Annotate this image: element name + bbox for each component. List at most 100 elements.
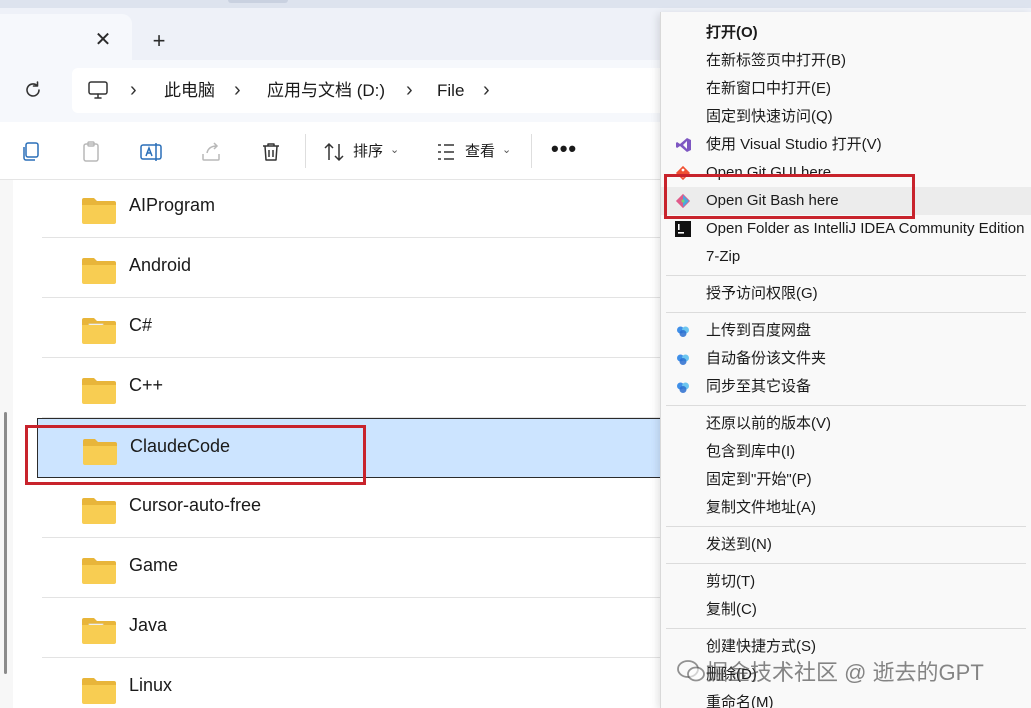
- folder-icon: [82, 378, 116, 404]
- scrollbar-thumb[interactable]: [4, 412, 7, 674]
- folder-name: Android: [129, 255, 192, 275]
- folder-row[interactable]: Game: [42, 538, 682, 598]
- menu-item[interactable]: 发送到(N): [661, 531, 1031, 559]
- title-bar-edge: [0, 0, 1031, 8]
- menu-item[interactable]: 打开(O): [661, 19, 1031, 47]
- menu-item[interactable]: 固定到"开始"(P): [661, 466, 1031, 494]
- view-icon[interactable]: [434, 140, 458, 164]
- menu-item[interactable]: 上传到百度网盘: [661, 317, 1031, 345]
- sort-dropdown-chevron-icon[interactable]: ⌄: [390, 143, 399, 156]
- menu-item-label: 创建快捷方式(S): [706, 638, 816, 655]
- folder-name: C#: [129, 315, 153, 335]
- sort-icon[interactable]: [322, 140, 346, 164]
- breadcrumb-separator-icon[interactable]: ›: [130, 78, 137, 102]
- view-button[interactable]: 查看: [465, 142, 495, 162]
- folder-icon: [82, 558, 116, 584]
- watermark: 掘金技术社区 @ 逝去的GPT: [676, 655, 1026, 691]
- menu-item[interactable]: 同步至其它设备: [661, 373, 1031, 401]
- folder-name: C++: [129, 375, 164, 395]
- folder-name: AIProgram: [129, 195, 216, 215]
- menu-item[interactable]: 固定到快速访问(Q): [661, 103, 1031, 131]
- more-options-button[interactable]: •••: [551, 136, 577, 162]
- toolbar-divider: [305, 134, 306, 168]
- menu-separator: [666, 275, 1026, 276]
- menu-item[interactable]: 7-Zip: [661, 243, 1031, 271]
- folder-row[interactable]: C++: [42, 358, 682, 418]
- rename-icon[interactable]: [139, 140, 163, 164]
- folder-icon: [82, 678, 116, 704]
- menu-item[interactable]: 包含到库中(I): [661, 438, 1031, 466]
- refresh-icon[interactable]: [23, 80, 43, 100]
- menu-separator: [666, 526, 1026, 527]
- annotation-highlight-folder: [25, 425, 366, 485]
- menu-item-label: 授予访问权限(G): [706, 285, 818, 302]
- menu-item-label: 复制(C): [706, 601, 757, 618]
- menu-item-label: 同步至其它设备: [706, 378, 812, 395]
- menu-item-label: 在新标签页中打开(B): [706, 52, 846, 69]
- folder-name: Game: [129, 555, 179, 575]
- menu-item-label: 7-Zip: [706, 248, 741, 265]
- folder-row[interactable]: AIProgram: [42, 178, 682, 238]
- title-bar-accent: [228, 0, 288, 3]
- address-bar[interactable]: › 此电脑 › 应用与文档 (D:) › File ›: [72, 68, 692, 113]
- folder-with-document-icon: [82, 318, 116, 344]
- menu-item[interactable]: 复制(C): [661, 596, 1031, 624]
- breadcrumb-file[interactable]: File: [437, 80, 464, 102]
- menu-item-label: 在新窗口中打开(E): [706, 80, 831, 97]
- menu-item[interactable]: 还原以前的版本(V): [661, 410, 1031, 438]
- visual-studio-icon: [676, 138, 691, 152]
- folder-row[interactable]: Cursor-auto-free: [42, 478, 682, 538]
- folder-row[interactable]: Java: [42, 598, 682, 658]
- breadcrumb-separator-icon[interactable]: ›: [406, 78, 413, 102]
- menu-item-label: 上传到百度网盘: [706, 322, 812, 339]
- sort-button[interactable]: 排序: [353, 142, 383, 162]
- menu-item[interactable]: 授予访问权限(G): [661, 280, 1031, 308]
- menu-item[interactable]: 自动备份该文件夹: [661, 345, 1031, 373]
- menu-item[interactable]: Open Folder as IntelliJ IDEA Community E…: [661, 215, 1031, 243]
- folder-row[interactable]: Android: [42, 238, 682, 298]
- menu-item[interactable]: 重命名(M): [661, 689, 1031, 708]
- menu-separator: [666, 628, 1026, 629]
- view-dropdown-chevron-icon[interactable]: ⌄: [502, 143, 511, 156]
- baidu-netdisk-icon: [677, 354, 689, 365]
- paste-icon[interactable]: [79, 140, 103, 164]
- folder-row[interactable]: Linux: [42, 658, 682, 708]
- folder-name: Java: [129, 615, 168, 635]
- delete-icon[interactable]: [259, 140, 283, 164]
- menu-item-label: 发送到(N): [706, 536, 772, 553]
- tab-close-icon[interactable]: ✕: [93, 28, 113, 52]
- menu-item[interactable]: 复制文件地址(A): [661, 494, 1031, 522]
- menu-item[interactable]: 在新标签页中打开(B): [661, 47, 1031, 75]
- menu-item[interactable]: 在新窗口中打开(E): [661, 75, 1031, 103]
- folder-icon: [82, 498, 116, 524]
- menu-separator: [666, 405, 1026, 406]
- navigation-pane-edge: [0, 180, 13, 708]
- menu-item[interactable]: 剪切(T): [661, 568, 1031, 596]
- toolbar-divider: [531, 134, 532, 168]
- menu-item-label: 使用 Visual Studio 打开(V): [706, 136, 882, 153]
- new-tab-icon[interactable]: +: [148, 28, 170, 54]
- menu-item[interactable]: 使用 Visual Studio 打开(V): [661, 131, 1031, 159]
- folder-with-document-icon: [82, 618, 116, 644]
- intellij-icon: [675, 221, 691, 237]
- share-icon[interactable]: [199, 140, 223, 164]
- menu-item-label: 固定到快速访问(Q): [706, 108, 833, 125]
- menu-item-label: 固定到"开始"(P): [706, 471, 812, 488]
- folder-name: Linux: [129, 675, 173, 695]
- menu-separator: [666, 563, 1026, 564]
- breadcrumb-this-pc[interactable]: 此电脑: [164, 80, 215, 102]
- menu-item-label: 复制文件地址(A): [706, 499, 816, 516]
- this-pc-icon[interactable]: [87, 80, 109, 100]
- breadcrumb-drive-d[interactable]: 应用与文档 (D:): [267, 80, 385, 102]
- menu-item-label: 重命名(M): [706, 694, 774, 708]
- breadcrumb-separator-icon[interactable]: ›: [234, 78, 241, 102]
- baidu-netdisk-icon: [677, 382, 689, 393]
- copy-icon[interactable]: [19, 140, 43, 164]
- folder-row[interactable]: C#: [42, 298, 682, 358]
- menu-separator: [666, 312, 1026, 313]
- wechat-logo-icon: [677, 660, 705, 682]
- menu-item-label: 剪切(T): [706, 573, 756, 590]
- breadcrumb-separator-icon[interactable]: ›: [483, 78, 490, 102]
- folder-icon: [82, 198, 116, 224]
- menu-item-label: 包含到库中(I): [706, 443, 796, 460]
